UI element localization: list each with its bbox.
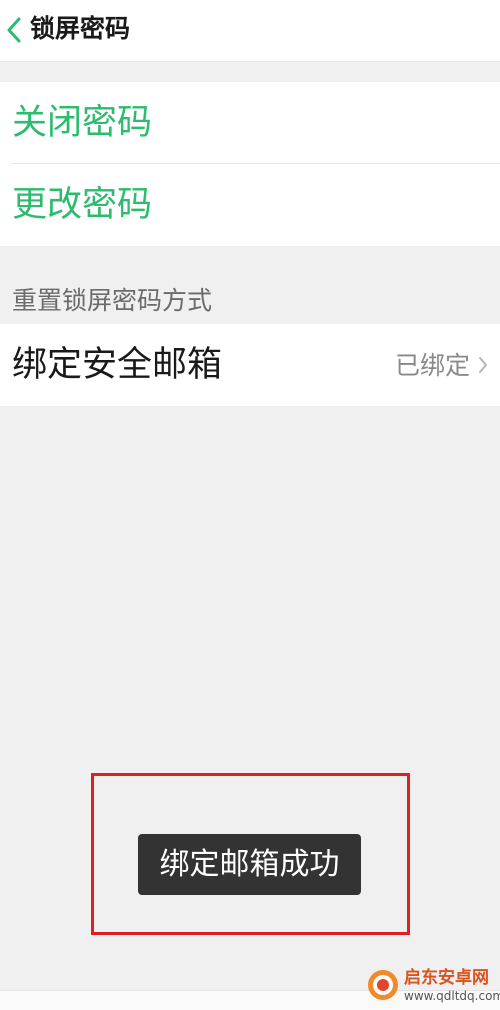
change-password-label: 更改密码: [12, 185, 153, 225]
change-password-button[interactable]: 更改密码: [0, 164, 500, 246]
chevron-right-icon: [479, 357, 487, 373]
bind-status-text: 已绑定: [394, 351, 470, 380]
watermark-title: 启东安卓网: [404, 968, 489, 988]
watermark-url: www.qdltdq.com: [404, 989, 500, 1003]
bind-email-row[interactable]: 绑定安全邮箱 已绑定: [0, 324, 500, 406]
bind-email-label: 绑定安全邮箱: [12, 345, 223, 385]
page-title: 锁屏密码: [30, 14, 131, 43]
reset-section-title: 重置锁屏密码方式: [12, 286, 213, 315]
chevron-left-icon: [7, 17, 21, 43]
top-bar: 锁屏密码: [0, 0, 500, 62]
watermark-logo-icon: [368, 970, 398, 1000]
watermark: 启东安卓网 www.qdltdq.com: [366, 966, 500, 1008]
disable-password-button[interactable]: 关闭密码: [0, 82, 500, 164]
success-toast: 绑定邮箱成功: [138, 834, 361, 895]
password-actions-card: 关闭密码 更改密码: [0, 82, 500, 246]
disable-password-label: 关闭密码: [12, 103, 153, 143]
